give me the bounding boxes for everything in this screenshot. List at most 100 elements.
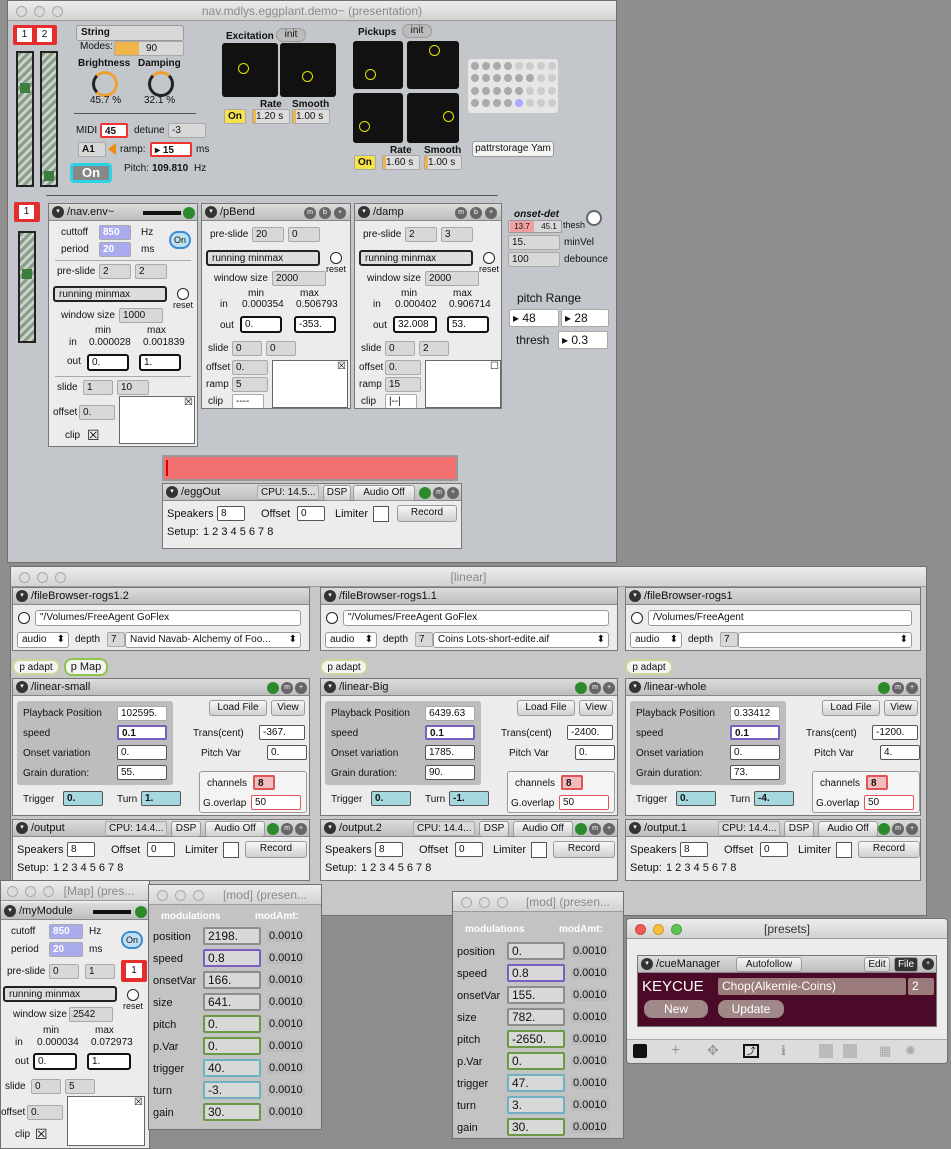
pickups-pad-3[interactable] [353, 93, 403, 143]
excitation-pad-2[interactable] [280, 43, 336, 97]
brightness-dial[interactable] [92, 71, 118, 97]
mod-row-value[interactable]: 30. [507, 1118, 565, 1136]
goverlap-number[interactable]: 50 [559, 795, 609, 810]
mod-row-value[interactable]: 0.8 [203, 949, 261, 967]
mod-row-amount[interactable]: 0.0010 [571, 1121, 609, 1133]
collapse-icon[interactable]: ▾ [16, 681, 28, 693]
mod-row-value[interactable]: 3. [507, 1096, 565, 1114]
speakers-number[interactable]: 8 [217, 506, 245, 521]
file-select[interactable]: Navid Navab- Alchemy of Foo... ⬍ [125, 632, 301, 648]
m-icon[interactable]: m [281, 823, 293, 835]
m-icon[interactable]: m [892, 682, 904, 694]
plus-icon[interactable]: + [295, 682, 307, 694]
load-file-button[interactable]: Load File [517, 700, 575, 716]
grain-number[interactable]: 73. [730, 765, 780, 780]
mod-row-value[interactable]: 166. [203, 971, 261, 989]
minimize-button[interactable] [653, 924, 664, 935]
power-icon[interactable] [878, 823, 890, 835]
browse-toggle[interactable] [326, 612, 338, 624]
pickups-smooth[interactable]: 1.00 s [424, 155, 462, 170]
close-button[interactable] [461, 897, 472, 908]
mode-select[interactable]: running minmax [53, 286, 167, 302]
zoom-button[interactable] [671, 924, 682, 935]
excitation-pad-1[interactable] [222, 43, 278, 97]
playback-number[interactable]: 0.33412 [730, 706, 780, 721]
pickups-rate[interactable]: 1.60 s [382, 155, 420, 170]
trigger-number[interactable]: 0. [63, 791, 103, 806]
mod-row-value[interactable]: 2198. [203, 927, 261, 945]
turn-number[interactable]: -4. [754, 791, 794, 806]
preset-grid[interactable] [468, 59, 558, 113]
preslide-a[interactable]: 2 [405, 227, 437, 242]
grain-number[interactable]: 90. [425, 765, 475, 780]
out-a[interactable]: 0. [240, 316, 282, 333]
presentation-icon[interactable]: ⤴ [743, 1044, 759, 1058]
excitation-on[interactable]: On [224, 109, 246, 124]
power-icon[interactable] [267, 682, 279, 694]
period-number[interactable]: 20 [49, 942, 83, 957]
type-select[interactable]: audio ⬍ [325, 632, 377, 648]
dsp-button[interactable]: DSP [323, 485, 351, 501]
edit-button[interactable]: Edit [864, 957, 890, 972]
mod-row-amount[interactable]: 0.0010 [267, 1040, 305, 1052]
close-icon[interactable]: ☒ [134, 1098, 143, 1108]
minimize-button[interactable] [34, 6, 45, 17]
load-file-button[interactable]: Load File [209, 700, 267, 716]
modes-number[interactable]: 90 [114, 41, 184, 56]
detune-number[interactable]: -3 [168, 123, 206, 138]
left-fader-2[interactable] [40, 51, 58, 187]
env-badge[interactable]: 1 [14, 202, 40, 222]
mod-row-value[interactable]: -3. [203, 1081, 261, 1099]
playback-number[interactable]: 6439.63 [425, 706, 475, 721]
turn-number[interactable]: -1. [449, 791, 489, 806]
speakers-number[interactable]: 8 [375, 842, 403, 857]
mod-row-value[interactable]: 0. [507, 942, 565, 960]
plus-icon[interactable]: + [906, 682, 918, 694]
channels-number[interactable]: 8 [561, 775, 583, 790]
mode-select[interactable]: running minmax [206, 250, 320, 266]
m-icon[interactable]: m [433, 487, 445, 499]
mod-row-value[interactable]: 782. [507, 1008, 565, 1026]
ramp-number[interactable]: ▸ 15 [150, 142, 192, 157]
browse-toggle[interactable] [18, 612, 30, 624]
collapse-icon[interactable]: ▾ [16, 590, 28, 602]
collapse-icon[interactable]: ▾ [629, 681, 641, 693]
badge-1[interactable]: 1 [17, 28, 32, 42]
mod-row-amount[interactable]: 0.0010 [571, 1077, 609, 1089]
grain-number[interactable]: 55. [117, 765, 167, 780]
mod-row-amount[interactable]: 0.0010 [571, 967, 609, 979]
collapse-icon[interactable]: ▾ [641, 958, 653, 970]
power-icon[interactable] [267, 823, 279, 835]
ramp-number[interactable]: 15 [385, 377, 421, 392]
m-icon[interactable]: m [455, 207, 467, 219]
move-icon[interactable]: ✥ [707, 1042, 719, 1059]
mod-row-amount[interactable]: 0.0010 [267, 996, 305, 1008]
new-cue-button[interactable]: New [644, 1000, 708, 1018]
view-button[interactable]: View [271, 700, 305, 716]
out-a[interactable]: 0. [87, 354, 129, 371]
mod-row-amount[interactable]: 0.0010 [571, 945, 609, 957]
collapse-icon[interactable]: ▾ [52, 206, 64, 218]
plus-icon[interactable]: + [295, 823, 307, 835]
m-icon[interactable]: m [892, 823, 904, 835]
p-map-object[interactable]: p Map [64, 658, 108, 676]
settings-icon[interactable]: ✺ [905, 1043, 916, 1059]
goverlap-number[interactable]: 50 [864, 795, 914, 810]
map-badge[interactable]: 1 [121, 960, 147, 982]
mode-select[interactable]: running minmax [3, 986, 117, 1002]
view-button[interactable]: View [884, 700, 918, 716]
zoom-button[interactable] [193, 890, 204, 901]
power-icon[interactable] [575, 682, 587, 694]
depth-number[interactable]: 7 [415, 632, 433, 647]
cutoff-number[interactable]: 850 [49, 924, 83, 939]
channels-number[interactable]: 8 [253, 775, 275, 790]
slide-a[interactable]: 0 [31, 1079, 61, 1094]
playback-number[interactable]: 102595. [117, 706, 167, 721]
plus-icon[interactable]: + [922, 958, 934, 970]
dsp-button[interactable]: DSP [171, 821, 201, 837]
out-b[interactable]: 1. [139, 354, 181, 371]
reset-toggle[interactable] [330, 252, 342, 264]
audio-button[interactable]: Audio Off [818, 821, 878, 837]
mod-row-amount[interactable]: 0.0010 [267, 930, 305, 942]
offset-number[interactable]: 0 [147, 842, 175, 857]
